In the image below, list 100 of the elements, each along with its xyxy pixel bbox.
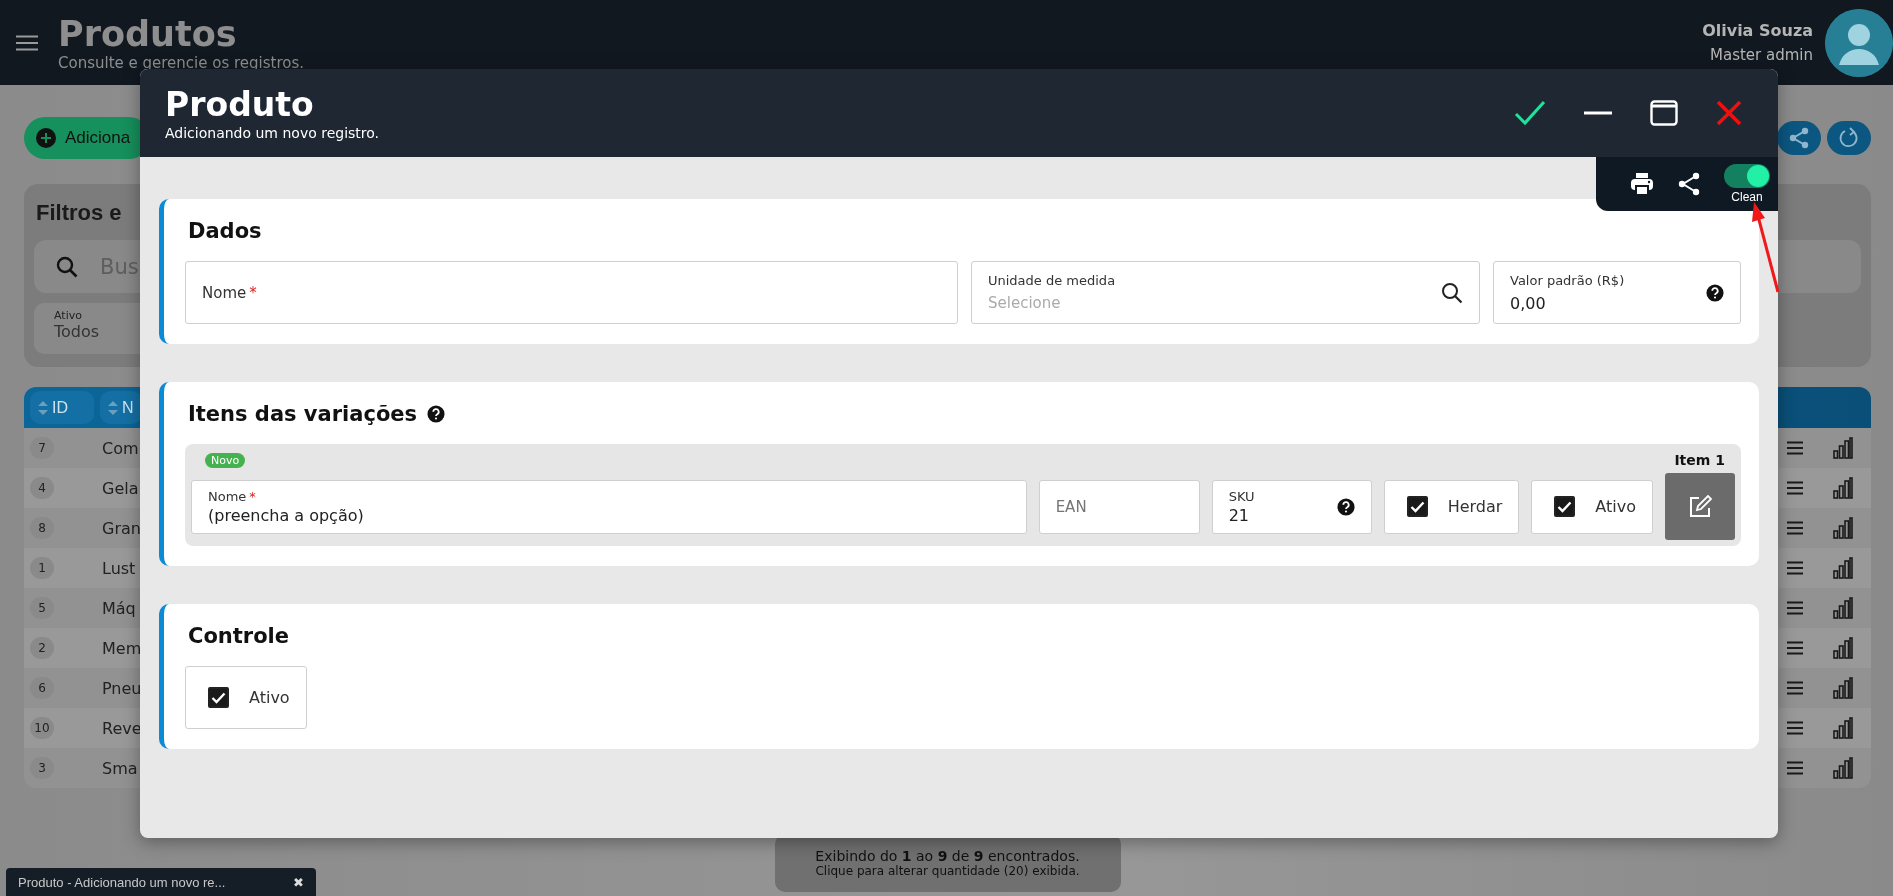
checkbox-field[interactable]: Herdar <box>1383 479 1520 534</box>
edit-button[interactable] <box>1665 473 1735 540</box>
list-icon <box>1787 761 1803 775</box>
refresh-button[interactable] <box>1827 121 1871 155</box>
new-badge: Novo <box>205 452 246 468</box>
avatar[interactable] <box>1825 8 1893 77</box>
field-value: Todos <box>54 322 101 341</box>
user-role: Master admin <box>1710 46 1813 64</box>
share-button[interactable] <box>1678 172 1700 196</box>
pagination-summary: Exibindo do 1 ao 9 de 9 encontrados. <box>815 848 1080 864</box>
table-cell: Máq <box>102 598 136 618</box>
toggle-label: Clean <box>1731 190 1763 204</box>
field-label: Nome * <box>202 283 257 302</box>
printer-icon <box>1630 172 1654 196</box>
bar-chart-icon <box>1833 677 1853 699</box>
confirm-button[interactable] <box>1514 100 1546 126</box>
checkbox-label: Herdar <box>1447 497 1503 516</box>
number-field[interactable]: Valor padrão (R$) 0,00 <box>1493 261 1741 324</box>
dialog-subtitle: Adicionando um novo registro. <box>165 125 380 141</box>
list-icon <box>1787 481 1803 495</box>
checkbox[interactable] <box>1406 496 1428 517</box>
share-icon <box>1678 172 1700 196</box>
field-label: Nome * <box>208 488 257 504</box>
sort-icon <box>108 400 118 415</box>
bar-chart-icon <box>1833 597 1853 619</box>
checkbox[interactable] <box>208 687 229 708</box>
sort-icon <box>38 400 48 415</box>
checkbox-field[interactable]: Ativo <box>1531 479 1653 534</box>
field-label: Unidade de medida <box>988 273 1117 288</box>
section-title: Itens das variações <box>188 402 418 426</box>
user-name: Olivia Souza <box>1702 21 1813 40</box>
list-icon <box>1787 721 1803 735</box>
item-label: Item 1 <box>1674 452 1725 468</box>
column-header[interactable]: ID <box>30 391 94 424</box>
list-icon <box>1787 681 1803 695</box>
checkbox-label: Ativo <box>1595 497 1636 516</box>
share-icon <box>1788 127 1810 149</box>
id-badge: 3 <box>30 757 54 779</box>
help-icon <box>1336 497 1355 516</box>
list-icon <box>1787 641 1803 655</box>
id-badge: 8 <box>30 517 54 539</box>
list-icon <box>1787 601 1803 615</box>
edit-icon <box>1687 493 1713 520</box>
field-placeholder: Selecione <box>988 294 1062 312</box>
close-button[interactable] <box>1716 100 1742 126</box>
help-icon <box>1706 283 1724 302</box>
minimize-button[interactable] <box>1584 111 1612 115</box>
lookup-field[interactable]: Unidade de medida Selecione <box>971 261 1480 324</box>
table-cell: Sma <box>102 758 138 778</box>
plus-icon <box>36 128 56 148</box>
field-value: 0,00 <box>1510 293 1547 313</box>
field-label: Valor padrão (R$) <box>1510 272 1626 288</box>
list-icon <box>1787 441 1803 455</box>
id-badge: 5 <box>30 597 54 619</box>
print-button[interactable] <box>1630 172 1654 196</box>
checkbox-field[interactable]: Ativo <box>185 666 307 729</box>
window-icon <box>1650 100 1678 126</box>
dialog-title: Produto <box>165 85 315 125</box>
menu-icon[interactable] <box>16 34 38 51</box>
field-label: Ativo <box>54 309 83 322</box>
search-icon <box>56 255 78 278</box>
list-icon <box>1787 521 1803 535</box>
search-icon <box>1441 281 1463 304</box>
id-badge: 1 <box>30 557 54 579</box>
bar-chart-icon <box>1833 437 1853 459</box>
table-cell: Pneu <box>102 678 142 698</box>
sku-field[interactable]: SKU 21 <box>1211 479 1372 534</box>
table-cell: Gela <box>102 478 139 498</box>
page-subtitle: Consulte e gerencie os registros. <box>58 53 305 72</box>
text-field[interactable]: Nome * <box>185 261 958 324</box>
id-badge: 6 <box>30 677 54 699</box>
field-value: (preencha a opção) <box>208 505 365 525</box>
bar-chart-icon <box>1833 517 1853 539</box>
text-field[interactable]: Nome * (preencha a opção) <box>191 479 1027 534</box>
tab-label: Produto - Adicionando um novo re... <box>18 874 226 890</box>
field-label: SKU <box>1228 488 1256 504</box>
section-title: Dados <box>188 219 262 243</box>
field-value: 21 <box>1228 505 1250 525</box>
checkbox[interactable] <box>1554 496 1576 517</box>
id-badge: 4 <box>30 477 54 499</box>
ean-field[interactable]: EAN <box>1038 479 1200 534</box>
section-title: Controle <box>188 624 290 648</box>
id-badge: 2 <box>30 637 54 659</box>
panel-title: Filtros e <box>36 200 123 226</box>
taskbar-tab[interactable]: Produto - Adicionando um novo re... ✖ <box>6 868 316 896</box>
share-button[interactable] <box>1777 121 1821 155</box>
list-icon <box>1787 561 1803 575</box>
help-icon <box>427 405 446 423</box>
close-icon <box>1716 100 1742 126</box>
bar-chart-icon <box>1833 717 1853 739</box>
column-header[interactable]: N <box>100 391 142 424</box>
close-icon[interactable]: ✖ <box>293 874 304 890</box>
maximize-button[interactable] <box>1650 100 1678 126</box>
table-cell: Gran <box>102 518 141 538</box>
pagination-hint: Clique para alterar quantidade (20) exibida. <box>815 864 1080 878</box>
refresh-icon <box>1838 127 1860 149</box>
table-cell: Com <box>102 438 139 458</box>
bar-chart-icon <box>1833 557 1853 579</box>
page-title: Produtos <box>58 13 238 54</box>
bar-chart-icon <box>1833 477 1853 499</box>
